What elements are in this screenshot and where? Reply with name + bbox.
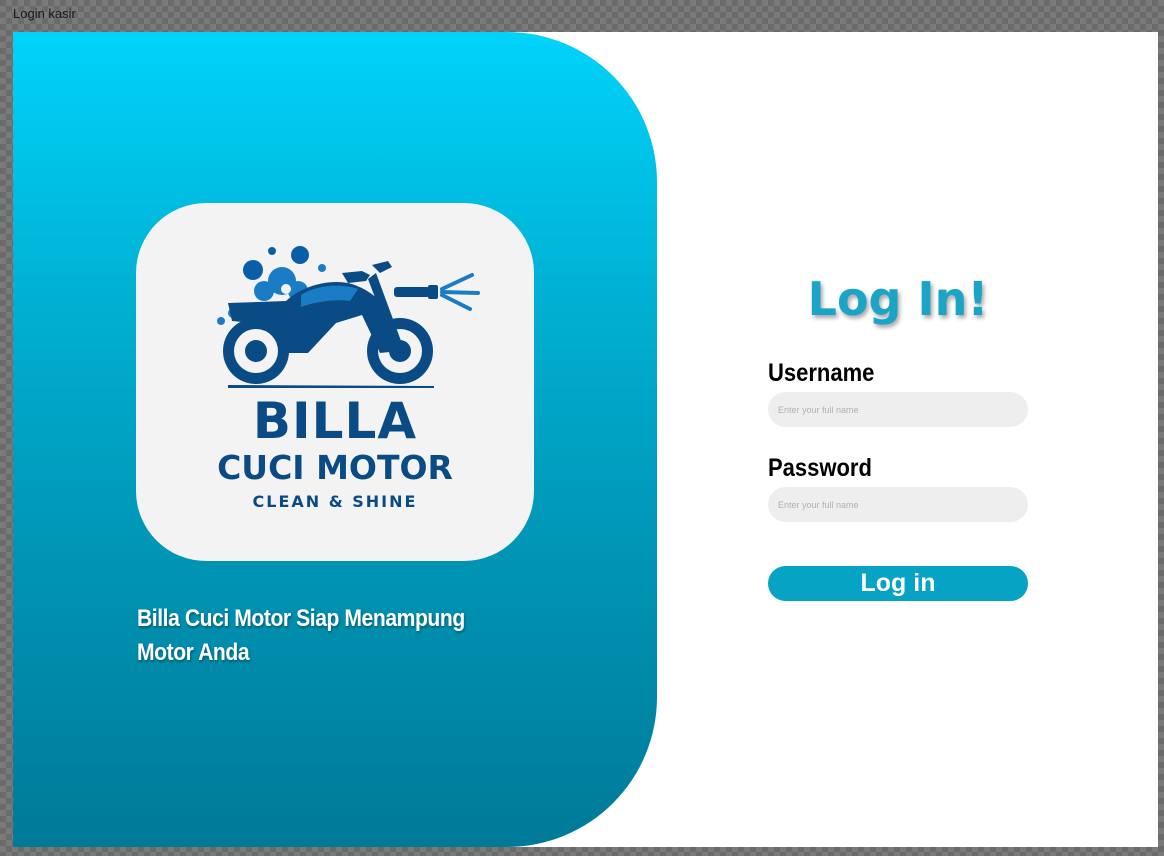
login-window: BILLA CUCI MOTOR CLEAN & SHINE Billa Cuc… <box>13 32 1158 847</box>
brand-tagline: Billa Cuci Motor Siap Menampung Motor An… <box>137 605 465 666</box>
motorcycle-wash-icon <box>217 246 480 388</box>
window-title: Login kasir <box>13 6 76 21</box>
logo-slogan: CLEAN & SHINE <box>252 492 418 511</box>
login-title: Log In! <box>807 272 989 326</box>
logo-brand-name: BILLA <box>252 392 418 450</box>
brand-panel: BILLA CUCI MOTOR CLEAN & SHINE Billa Cuc… <box>13 32 657 847</box>
brand-logo: BILLA CUCI MOTOR CLEAN & SHINE <box>136 203 534 561</box>
login-button[interactable]: Log in <box>768 566 1028 601</box>
username-label: Username <box>768 359 875 387</box>
password-input[interactable] <box>768 487 1028 522</box>
logo-business-type: CUCI MOTOR <box>217 448 453 487</box>
username-input[interactable] <box>768 392 1028 427</box>
password-label: Password <box>768 454 872 482</box>
